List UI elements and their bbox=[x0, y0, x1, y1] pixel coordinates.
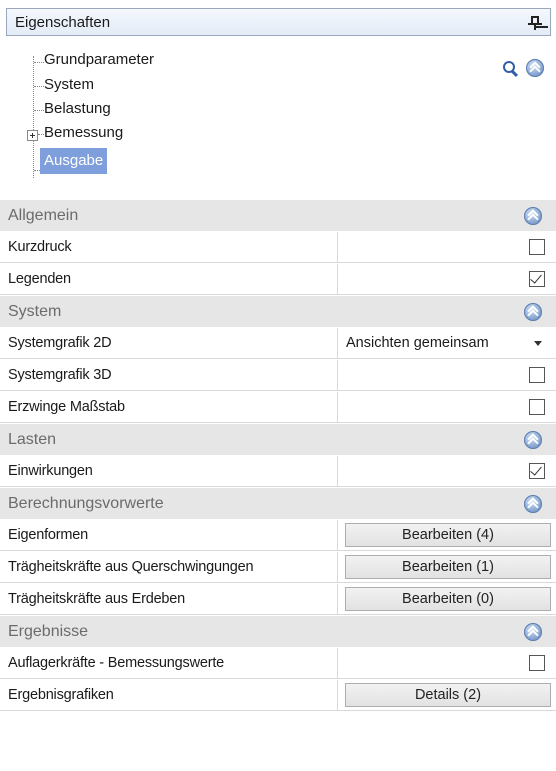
collapse-icon[interactable] bbox=[524, 622, 542, 641]
querschwingungen-edit-button[interactable]: Bearbeiten (1) bbox=[345, 555, 551, 579]
property-label: Systemgrafik 3D bbox=[0, 360, 338, 390]
property-label: Auflagerkräfte - Bemessungswerte bbox=[0, 648, 338, 678]
property-row-auflagerkraefte: Auflagerkräfte - Bemessungswerte bbox=[0, 648, 556, 679]
property-label: Ergebnisgrafiken bbox=[0, 680, 338, 710]
property-label: Trägheitskräfte aus Querschwingungen bbox=[0, 552, 338, 582]
property-row-systemgrafik-2d: Systemgrafik 2D Ansichten gemeinsam bbox=[0, 328, 556, 359]
property-row-eigenformen: Eigenformen Bearbeiten (4) bbox=[0, 520, 556, 551]
category-tree: Grundparameter System Belastung Bemessun… bbox=[0, 44, 556, 194]
tree-item-grundparameter[interactable]: Grundparameter bbox=[44, 50, 154, 70]
properties-header: Eigenschaften bbox=[6, 8, 551, 36]
property-label: Einwirkungen bbox=[0, 456, 338, 486]
group-header-berechnungsvorwerte[interactable]: Berechnungsvorwerte bbox=[0, 488, 556, 520]
erdbeben-edit-button[interactable]: Bearbeiten (0) bbox=[345, 587, 551, 611]
property-row-querschwingungen: Trägheitskräfte aus Querschwingungen Bea… bbox=[0, 552, 556, 583]
legenden-checkbox[interactable] bbox=[529, 271, 545, 287]
group-header-allgemein[interactable]: Allgemein bbox=[0, 200, 556, 232]
systemgrafik-2d-dropdown[interactable]: Ansichten gemeinsam bbox=[338, 328, 556, 358]
collapse-icon[interactable] bbox=[524, 206, 542, 225]
property-row-erdbeben: Trägheitskräfte aus Erdeben Bearbeiten (… bbox=[0, 584, 556, 615]
property-label: Legenden bbox=[0, 264, 338, 294]
property-row-kurzdruck: Kurzdruck bbox=[0, 232, 556, 263]
expand-icon[interactable] bbox=[27, 130, 38, 141]
pin-icon[interactable] bbox=[528, 14, 542, 30]
auflagerkraefte-checkbox[interactable] bbox=[529, 655, 545, 671]
property-label: Trägheitskräfte aus Erdeben bbox=[0, 584, 338, 614]
einwirkungen-checkbox[interactable] bbox=[529, 463, 545, 479]
tree-item-belastung[interactable]: Belastung bbox=[44, 99, 111, 119]
property-label: Kurzdruck bbox=[0, 232, 338, 262]
group-label: Berechnungsvorwerte bbox=[8, 494, 164, 512]
property-row-einwirkungen: Einwirkungen bbox=[0, 456, 556, 487]
group-label: Allgemein bbox=[8, 206, 79, 224]
property-row-systemgrafik-3d: Systemgrafik 3D bbox=[0, 360, 556, 391]
tree-connector bbox=[34, 62, 44, 63]
tree-item-system[interactable]: System bbox=[44, 75, 94, 95]
tree-item-bemessung[interactable]: Bemessung bbox=[44, 123, 123, 143]
property-label: Erzwinge Maßstab bbox=[0, 392, 338, 422]
search-icon[interactable] bbox=[502, 60, 518, 76]
property-label: Systemgrafik 2D bbox=[0, 328, 338, 358]
collapse-all-icon[interactable] bbox=[526, 59, 544, 77]
chevron-down-icon[interactable] bbox=[534, 340, 542, 346]
property-label: Eigenformen bbox=[0, 520, 338, 550]
systemgrafik-3d-checkbox[interactable] bbox=[529, 367, 545, 383]
property-row-erzwinge-massstab: Erzwinge Maßstab bbox=[0, 392, 556, 423]
group-label: Ergebnisse bbox=[8, 622, 89, 640]
kurzdruck-checkbox[interactable] bbox=[529, 239, 545, 255]
dropdown-value: Ansichten gemeinsam bbox=[346, 335, 489, 351]
ergebnisgrafiken-details-button[interactable]: Details (2) bbox=[345, 683, 551, 707]
group-header-ergebnisse[interactable]: Ergebnisse bbox=[0, 616, 556, 648]
collapse-icon[interactable] bbox=[524, 430, 542, 449]
property-row-ergebnisgrafiken: Ergebnisgrafiken Details (2) bbox=[0, 680, 556, 711]
tree-connector bbox=[34, 86, 44, 87]
property-row-legenden: Legenden bbox=[0, 264, 556, 295]
erzwinge-massstab-checkbox[interactable] bbox=[529, 399, 545, 415]
group-label: Lasten bbox=[8, 430, 57, 448]
panel-title: Eigenschaften bbox=[15, 13, 111, 31]
tree-connector bbox=[33, 56, 34, 178]
group-header-system[interactable]: System bbox=[0, 296, 556, 328]
tree-item-ausgabe[interactable]: Ausgabe bbox=[40, 148, 108, 174]
collapse-icon[interactable] bbox=[524, 494, 542, 513]
group-label: System bbox=[8, 302, 62, 320]
group-header-lasten[interactable]: Lasten bbox=[0, 424, 556, 456]
collapse-icon[interactable] bbox=[524, 302, 542, 321]
eigenformen-edit-button[interactable]: Bearbeiten (4) bbox=[345, 523, 551, 547]
tree-connector bbox=[34, 110, 44, 111]
